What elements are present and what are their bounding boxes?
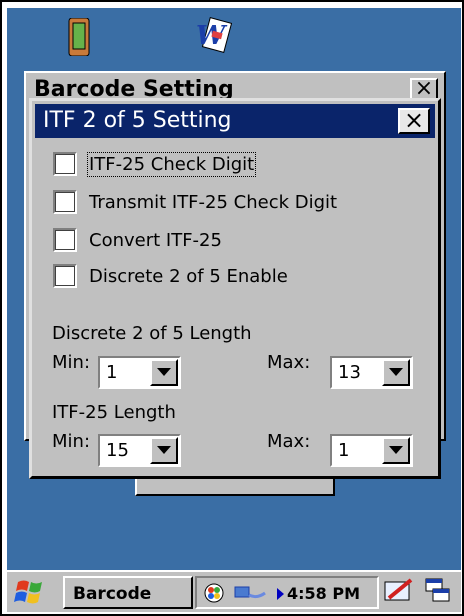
checkbox-label: Discrete 2 of 5 Enable <box>89 265 288 287</box>
convert-itf25-checkbox[interactable] <box>53 228 77 252</box>
sync-icon[interactable] <box>233 583 267 607</box>
dialog-title: ITF 2 of 5 Setting <box>43 108 232 133</box>
chevron-down-icon[interactable] <box>150 437 178 464</box>
itf-setting-dialog: ITF 2 of 5 Setting × ITF-25 Check Digit … <box>29 98 441 479</box>
transmit-check-digit-checkbox[interactable] <box>53 190 77 214</box>
itf-max-label: Max: <box>267 431 311 452</box>
itf-length-label: ITF-25 Length <box>52 402 176 423</box>
discrete-min-label: Min: <box>52 352 91 373</box>
checkbox-row-itf25-check-digit[interactable]: ITF-25 Check Digit <box>53 151 257 177</box>
itf-min-label: Min: <box>52 431 91 452</box>
checkbox-label: Transmit ITF-25 Check Digit <box>89 191 338 213</box>
clock[interactable]: 4:58 PM <box>287 584 360 603</box>
itf-min-value: 15 <box>106 440 129 461</box>
chevron-down-icon[interactable] <box>150 359 178 386</box>
device-screen: W Barcode Setting × ITF 2 of 5 Setting ×… <box>0 0 464 616</box>
discrete-2of5-enable-checkbox[interactable] <box>53 264 77 288</box>
pen-input-icon[interactable] <box>381 576 417 608</box>
discrete-min-select[interactable]: 1 <box>98 356 181 389</box>
itf-max-select[interactable]: 1 <box>330 434 413 467</box>
discrete-min-value: 1 <box>106 362 118 383</box>
checkbox-label: Convert ITF-25 <box>89 229 222 251</box>
discrete-length-label: Discrete 2 of 5 Length <box>52 323 252 344</box>
taskbar-app-button[interactable]: Barcode <box>63 576 193 609</box>
discrete-max-label: Max: <box>267 352 311 373</box>
discrete-max-value: 13 <box>338 362 361 383</box>
discrete-max-select[interactable]: 13 <box>330 356 413 389</box>
checkbox-row-transmit-check-digit[interactable]: Transmit ITF-25 Check Digit <box>53 189 337 215</box>
background-window-button[interactable] <box>135 476 335 496</box>
chevron-down-icon[interactable] <box>382 359 410 386</box>
taskbar-app-label: Barcode <box>73 584 152 604</box>
window-switch-icon[interactable] <box>423 576 455 608</box>
network-icon[interactable] <box>203 582 227 608</box>
tray-arrow-icon[interactable] <box>277 588 284 600</box>
phone-icon[interactable] <box>65 17 93 57</box>
dialog-titlebar: ITF 2 of 5 Setting × <box>35 104 435 138</box>
itf25-check-digit-checkbox[interactable] <box>53 152 77 176</box>
system-tray: 4:58 PM <box>195 576 379 609</box>
word-document-icon[interactable]: W <box>192 16 233 56</box>
checkbox-row-convert-itf25[interactable]: Convert ITF-25 <box>53 227 222 253</box>
itf-min-select[interactable]: 15 <box>98 434 181 467</box>
dialog-close-button[interactable]: × <box>398 108 430 134</box>
chevron-down-icon[interactable] <box>382 437 410 464</box>
itf-max-value: 1 <box>338 440 350 461</box>
taskbar: Barcode 4:58 PM <box>7 570 461 612</box>
checkbox-label: ITF-25 Check Digit <box>86 151 257 177</box>
windows-flag-icon[interactable] <box>10 576 54 608</box>
checkbox-row-discrete-enable[interactable]: Discrete 2 of 5 Enable <box>53 263 288 289</box>
